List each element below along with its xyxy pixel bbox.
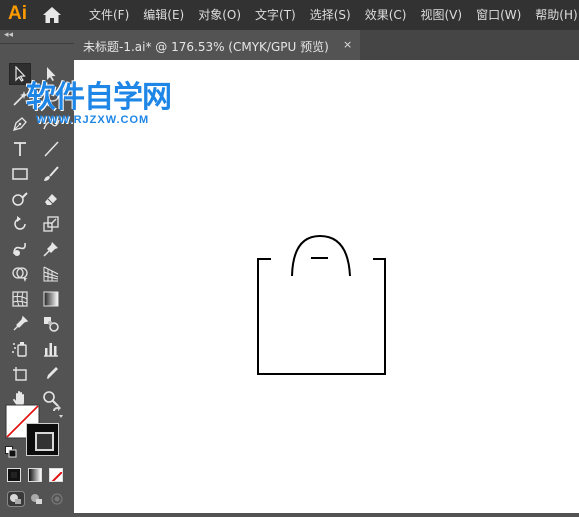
panel-divider <box>0 43 74 44</box>
default-fill-stroke-icon[interactable] <box>5 443 17 462</box>
document-tab-bar: 未标题-1.ai* @ 176.53% (CMYK/GPU 预览) × <box>74 30 579 60</box>
mesh-tool-icon[interactable] <box>9 288 31 310</box>
gradient-mode-button[interactable] <box>28 468 42 482</box>
line-segment-tool-icon[interactable] <box>40 138 62 160</box>
color-mode-inner <box>11 472 17 478</box>
collapse-panel-button[interactable]: ◂◂ <box>4 30 13 40</box>
menu-window[interactable]: 窗口(W) <box>469 0 528 30</box>
artboard-canvas[interactable] <box>74 60 579 513</box>
document-tab[interactable]: 未标题-1.ai* @ 176.53% (CMYK/GPU 预览) × <box>74 30 360 60</box>
rotate-tool-icon[interactable] <box>9 213 31 235</box>
menu-effect[interactable]: 效果(C) <box>358 0 414 30</box>
menu-help[interactable]: 帮助(H) <box>528 0 579 30</box>
document-tab-title: 未标题-1.ai* @ 176.53% (CMYK/GPU 预览) <box>83 40 329 54</box>
artboard-tool-icon[interactable] <box>9 363 31 385</box>
watermark: 软件自学网 WWW.RJZXW.COM <box>26 80 172 127</box>
home-icon[interactable] <box>42 6 62 24</box>
draw-behind-icon[interactable] <box>28 491 46 511</box>
type-tool-icon[interactable] <box>9 138 31 160</box>
close-icon[interactable]: × <box>343 38 352 51</box>
menu-select[interactable]: 选择(S) <box>303 0 358 30</box>
scale-tool-icon[interactable] <box>40 213 62 235</box>
menu-object[interactable]: 对象(O) <box>191 0 248 30</box>
shape-builder-tool-icon[interactable] <box>9 263 31 285</box>
blend-tool-icon[interactable] <box>40 313 62 335</box>
slice-tool-icon[interactable] <box>40 363 62 385</box>
eyedropper-tool-icon[interactable] <box>9 313 31 335</box>
color-mode-button[interactable] <box>7 468 21 482</box>
bag-artwork[interactable] <box>74 60 579 513</box>
rectangle-tool-icon[interactable] <box>9 163 31 185</box>
paintbrush-tool-icon[interactable] <box>40 163 62 185</box>
draw-normal-icon[interactable] <box>7 491 25 511</box>
column-graph-tool-icon[interactable] <box>40 338 62 360</box>
eraser-tool-icon[interactable] <box>40 188 62 210</box>
shaper-tool-icon[interactable] <box>9 188 31 210</box>
menu-view[interactable]: 视图(V) <box>413 0 469 30</box>
menu-bar: Ai 文件(F) 编辑(E) 对象(O) 文字(T) 选择(S) 效果(C) 视… <box>0 0 579 30</box>
swap-fill-stroke-icon[interactable] <box>50 404 64 423</box>
watermark-title: 软件自学网 <box>26 80 172 115</box>
menu-items: 文件(F) 编辑(E) 对象(O) 文字(T) 选择(S) 效果(C) 视图(V… <box>82 0 579 30</box>
watermark-url: WWW.RJZXW.COM <box>36 114 150 126</box>
none-mode-button[interactable] <box>49 468 63 482</box>
app-logo: Ai <box>8 3 27 24</box>
menu-edit[interactable]: 编辑(E) <box>136 0 191 30</box>
perspective-grid-tool-icon[interactable] <box>40 263 62 285</box>
symbol-sprayer-tool-icon[interactable] <box>9 338 31 360</box>
draw-inside-icon[interactable] <box>49 491 67 511</box>
warp-tool-icon[interactable] <box>9 238 31 260</box>
gradient-tool-icon[interactable] <box>40 288 62 310</box>
fill-swatch[interactable] <box>5 404 40 439</box>
menu-type[interactable]: 文字(T) <box>248 0 303 30</box>
menu-file[interactable]: 文件(F) <box>82 0 136 30</box>
pin-tool-icon[interactable] <box>40 238 62 260</box>
